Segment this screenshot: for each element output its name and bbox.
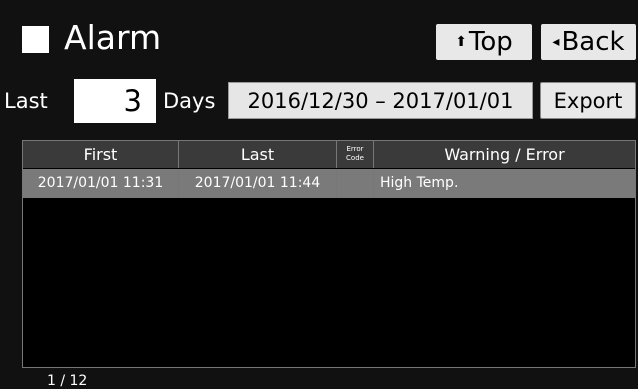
page-indicator: 1 / 12	[47, 373, 88, 389]
row-warning: High Temp.	[380, 175, 459, 191]
error-code-line2: Code	[346, 154, 364, 162]
back-button-label: Back	[561, 27, 625, 57]
column-header-error-code[interactable]: Error Code	[337, 141, 374, 168]
page-title: Alarm	[64, 18, 162, 57]
column-header-first[interactable]: First	[23, 141, 179, 168]
top-button-label: Top	[468, 27, 513, 57]
up-arrow-icon: ⬆	[455, 34, 467, 50]
date-range-field[interactable]: 2016/12/30 – 2017/01/01	[228, 82, 533, 119]
column-header-warning[interactable]: Warning / Error	[374, 141, 635, 168]
alarm-table: First Last Error Code Warning / Error 20…	[22, 140, 636, 368]
last-label: Last	[4, 89, 48, 113]
days-label: Days	[163, 89, 216, 113]
top-button[interactable]: ⬆Top	[436, 24, 532, 60]
days-input[interactable]: 3	[74, 79, 156, 123]
row-last: 2017/01/01 11:44	[179, 169, 337, 198]
left-triangle-icon: ◂	[552, 34, 560, 50]
table-header: First Last Error Code Warning / Error	[23, 141, 635, 168]
back-button[interactable]: ◂Back	[541, 24, 636, 60]
column-header-last[interactable]: Last	[179, 141, 337, 168]
square-icon	[22, 26, 49, 53]
row-first: 2017/01/01 11:31	[23, 169, 179, 198]
export-button[interactable]: Export	[540, 82, 636, 119]
row-error-code	[337, 169, 374, 198]
table-row[interactable]: 2017/01/01 11:31 2017/01/01 11:44 High T…	[23, 169, 635, 198]
error-code-line1: Error	[346, 145, 364, 153]
